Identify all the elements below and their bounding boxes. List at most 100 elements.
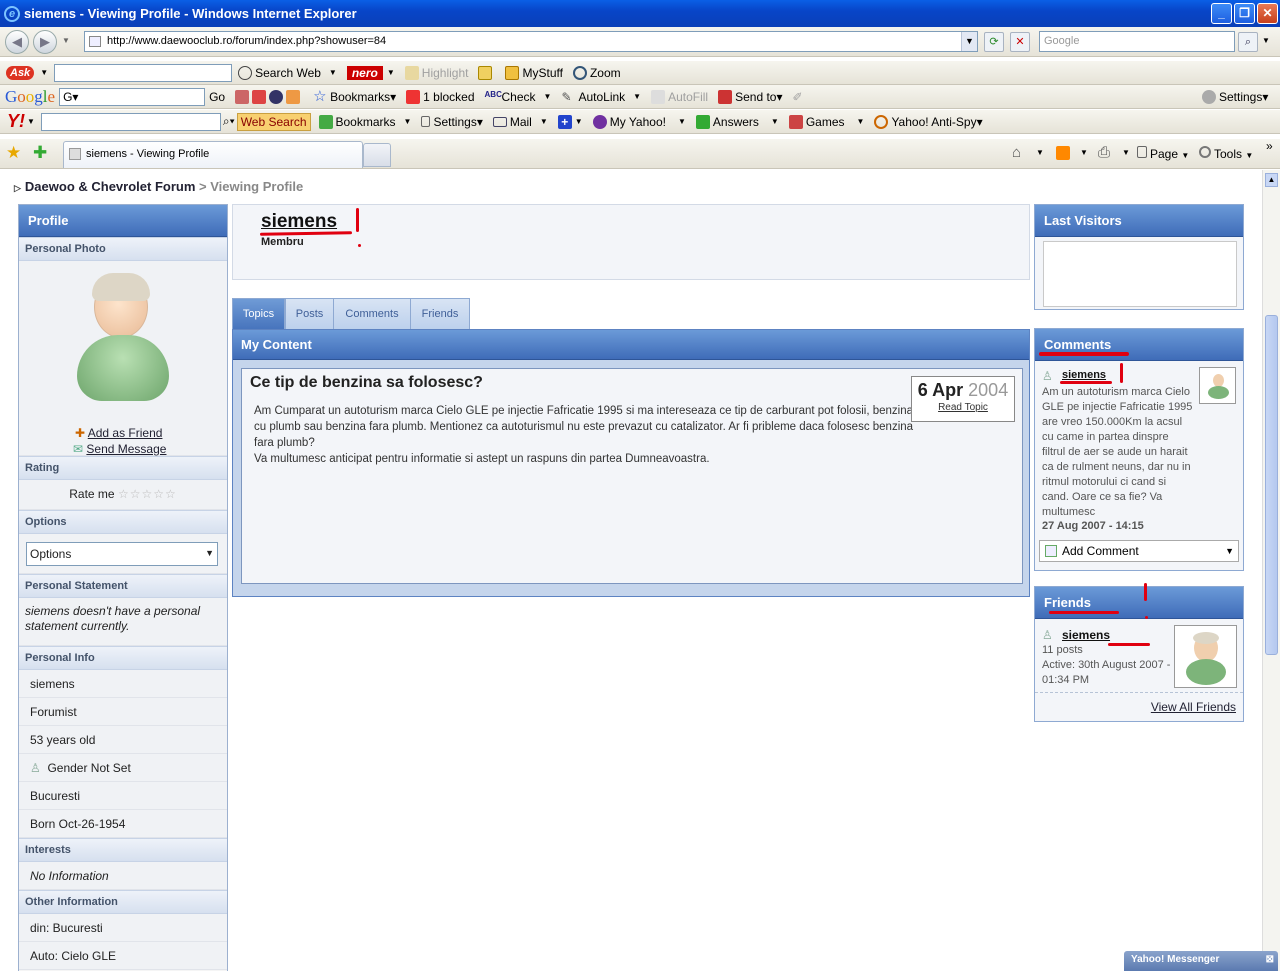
home-dropdown-icon[interactable]: ▼ — [1036, 148, 1044, 157]
tab-comments[interactable]: Comments — [333, 298, 411, 330]
autofill-button[interactable]: AutoFill — [651, 89, 708, 104]
history-dropdown-icon[interactable]: ▼ — [62, 36, 70, 45]
yahoo-messenger-bar[interactable]: Yahoo! Messenger ⊠ — [1124, 951, 1278, 971]
address-toolbar: ◀ ▶ ▼ http://www.daewooclub.ro/forum/ind… — [0, 27, 1280, 57]
home-icon[interactable]: ⌂ — [1012, 144, 1021, 161]
url-dropdown-icon[interactable]: ▼ — [961, 32, 977, 51]
yahoo-answers-button[interactable]: Answers ▼ — [695, 114, 779, 129]
zoom-button[interactable]: Zoom — [572, 65, 621, 80]
topic-date: 6 Apr 2004 — [917, 380, 1009, 400]
info-birthday: Born Oct-26-1954 — [19, 810, 227, 838]
rating-stars-icon[interactable]: ☆☆☆☆☆ — [118, 487, 177, 501]
yahoo-logo-icon[interactable]: Y! — [7, 111, 25, 132]
print-dropdown-icon[interactable]: ▼ — [1122, 148, 1130, 157]
messenger-close-icon[interactable]: ⊠ — [1266, 951, 1274, 969]
ask-dropdown-icon[interactable]: ▼ — [40, 68, 48, 77]
info-gender-row: ♙ Gender Not Set — [19, 754, 227, 782]
ask-search-input[interactable] — [54, 63, 233, 82]
tab-topics[interactable]: Topics — [232, 298, 285, 330]
last-visitors-list — [1043, 241, 1237, 307]
search-icon[interactable]: ⌕ — [1238, 32, 1258, 52]
yahoo-dropdown-icon[interactable]: ▼ — [27, 117, 35, 126]
puzzle-icon[interactable] — [286, 89, 301, 104]
web-search-button[interactable]: Web Search — [236, 112, 311, 131]
stop-icon[interactable]: ✕ — [1010, 32, 1030, 52]
google-settings-button[interactable]: Settings ▾ — [1202, 89, 1268, 104]
favorites-star-icon[interactable]: ★ — [6, 143, 21, 163]
scroll-up-icon[interactable]: ▲ — [1265, 173, 1278, 187]
view-all-friends-link[interactable]: View All Friends — [1151, 700, 1236, 714]
options-row: Options ▼ — [19, 534, 227, 574]
minimize-button[interactable]: _ — [1211, 3, 1232, 24]
page-menu-button[interactable]: Page ▼ — [1137, 146, 1189, 161]
tab-friends[interactable]: Friends — [410, 298, 470, 330]
friends-panel: Friends ♙ siemens 11 posts Active: 30th … — [1034, 586, 1244, 722]
send-icon — [718, 89, 733, 104]
tab-posts[interactable]: Posts — [285, 298, 334, 330]
other-info-location: din: Bucuresti — [19, 914, 227, 942]
search-input[interactable]: Google — [1039, 31, 1235, 52]
feed-icon[interactable] — [235, 89, 250, 104]
yahoo-bookmarks-button[interactable]: Bookmarks ▼ — [318, 114, 411, 129]
google-bookmarks-button[interactable]: ☆ Bookmarks ▾ — [313, 89, 396, 104]
forward-button[interactable]: ▶ — [33, 30, 57, 54]
nero-dropdown-icon[interactable]: ▼ — [387, 68, 395, 77]
yahoo-settings-button[interactable]: Settings ▾ — [421, 115, 483, 129]
options-select[interactable]: Options ▼ — [26, 542, 218, 566]
popup-blocked-button[interactable]: 1 blocked — [406, 89, 475, 104]
mystuff-button[interactable]: MyStuff — [505, 65, 563, 80]
scrollbar-thumb[interactable] — [1265, 315, 1278, 655]
pencil-icon[interactable]: ✐ — [793, 90, 803, 104]
search-web-button[interactable]: Search Web ▼ — [238, 65, 337, 80]
new-tab-button[interactable] — [363, 143, 391, 167]
topic-title[interactable]: Ce tip de benzina sa folosesc? — [250, 374, 483, 392]
window-title-bar: e siemens - Viewing Profile - Windows In… — [0, 0, 1280, 27]
print-icon[interactable]: ⎙ — [1098, 144, 1110, 161]
autofill-icon — [651, 89, 666, 104]
search-options-icon[interactable]: ▼ — [1262, 36, 1270, 45]
yahoo-search-input[interactable] — [40, 112, 221, 131]
globe-icon[interactable] — [269, 89, 284, 104]
comment-avatar-icon[interactable] — [1199, 367, 1236, 404]
maximize-button[interactable]: ❐ — [1234, 3, 1255, 24]
highlight-button[interactable]: Highlight — [404, 65, 468, 80]
anti-spy-button[interactable]: Yahoo! Anti-Spy ▾ — [874, 114, 983, 129]
autolink-button[interactable]: ✎ AutoLink ▼ — [561, 90, 641, 104]
google-search-input[interactable]: G▾ — [59, 87, 206, 106]
rate-me-label: Rate me — [69, 487, 115, 501]
yahoo-search-icon[interactable]: ⌕▾ — [223, 114, 235, 129]
interests-label: Interests — [19, 838, 227, 862]
add-favorite-icon[interactable]: ✚ — [33, 143, 47, 163]
toolbar-overflow-icon[interactable]: » — [1266, 139, 1273, 153]
feed-dropdown-icon[interactable]: ▼ — [1080, 148, 1088, 157]
tools-menu-button[interactable]: Tools ▼ — [1199, 146, 1253, 161]
gmail-icon[interactable] — [252, 89, 267, 104]
nero-logo-icon[interactable]: nero — [346, 65, 383, 80]
rss-feed-icon[interactable] — [1056, 146, 1070, 160]
comment-user-link[interactable]: siemens — [1062, 369, 1106, 381]
close-window-button[interactable]: ✕ — [1257, 3, 1278, 24]
yahoo-mail-button[interactable]: Mail ▼ — [492, 115, 548, 129]
breadcrumb-forum-link[interactable]: Daewoo & Chevrolet Forum — [25, 179, 195, 194]
back-button[interactable]: ◀ — [5, 30, 29, 54]
yahoo-games-button[interactable]: Games ▼ — [788, 114, 864, 129]
send-to-button[interactable]: Send to ▾ — [718, 89, 783, 104]
friend-user-link[interactable]: siemens — [1062, 628, 1110, 642]
page-scrollbar[interactable]: ▲ — [1262, 170, 1280, 971]
browser-tab[interactable]: siemens - Viewing Profile — [63, 141, 363, 168]
my-yahoo-button[interactable]: My Yahoo! ▼ — [592, 114, 686, 129]
photo-panel: ✚ Add as Friend ✉ Send Message — [19, 261, 227, 456]
ask-logo-icon[interactable]: Ask — [6, 65, 35, 80]
url-input[interactable]: http://www.daewooclub.ro/forum/index.php… — [84, 31, 978, 52]
spell-check-button[interactable]: ABC Check ▼ — [485, 90, 552, 104]
add-comment-dropdown[interactable]: Add Comment ▼ — [1039, 540, 1239, 562]
google-logo-icon[interactable]: Google — [5, 87, 55, 107]
friend-avatar-icon[interactable] — [1174, 625, 1237, 688]
yahoo-plus-button[interactable]: + ▼ — [557, 114, 583, 129]
notes-button[interactable] — [478, 65, 495, 80]
google-go-button[interactable]: Go — [209, 90, 225, 104]
refresh-icon[interactable]: ⟳ — [984, 32, 1004, 52]
send-message-link[interactable]: Send Message — [86, 442, 166, 456]
add-friend-link[interactable]: Add as Friend — [88, 426, 163, 440]
read-topic-link[interactable]: Read Topic — [912, 402, 1014, 413]
